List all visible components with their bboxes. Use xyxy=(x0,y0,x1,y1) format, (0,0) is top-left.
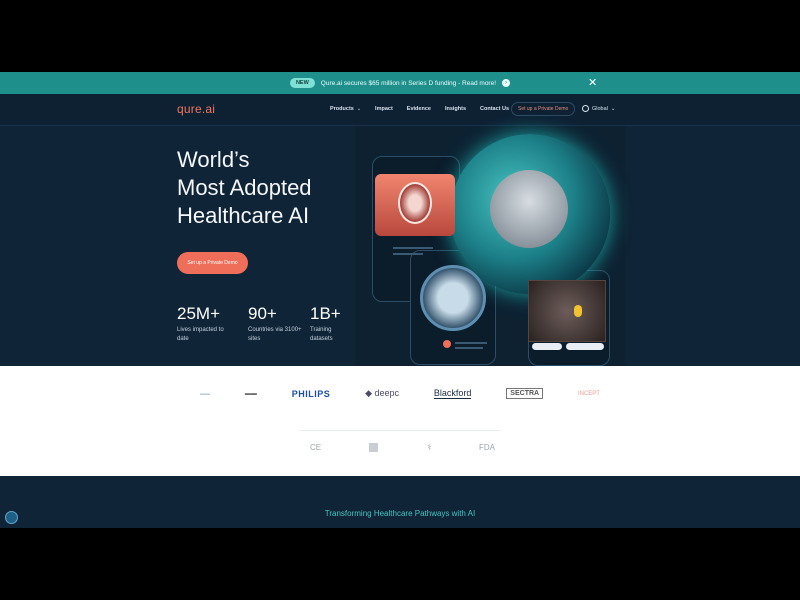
hero-title: World’s Most Adopted Healthcare AI xyxy=(177,146,312,230)
text-line xyxy=(455,347,483,349)
fda-logo: FDA xyxy=(479,443,495,453)
partner-logo-label: deepc xyxy=(374,388,400,398)
hero-title-line: World’s xyxy=(177,147,250,172)
stat-value: 1B+ xyxy=(310,304,341,323)
partner-logo-deepc: ◆ deepc xyxy=(365,388,400,398)
hero-title-line: Most Adopted xyxy=(177,175,312,200)
partner-logo: ▬▬ xyxy=(244,390,257,397)
top-navigation: qure.ai Products ⌄ Impact Evidence Insigh… xyxy=(0,94,800,126)
close-icon[interactable]: ✕ xyxy=(588,76,597,90)
nav-demo-button[interactable]: Set up a Private Demo xyxy=(511,102,576,116)
private-demo-button[interactable]: Set up a Private Demo xyxy=(177,252,248,274)
nav-item-label: Products xyxy=(330,106,354,112)
partner-logo-sectra: SECTRA xyxy=(506,388,544,399)
chevron-down-icon: ⌄ xyxy=(356,106,362,112)
doctor-photo xyxy=(490,170,568,248)
divider xyxy=(300,430,500,431)
chest-xray-image xyxy=(528,280,606,342)
nav-item-impact[interactable]: Impact xyxy=(375,106,393,112)
stat-countries: 90+ Countries via 3100+ sites xyxy=(248,302,308,344)
stat-value: 90+ xyxy=(248,304,277,323)
stat-label: Lives impacted to date xyxy=(177,327,224,342)
arrow-right-icon[interactable]: › xyxy=(502,79,511,87)
partner-logo-blackford: Blackford xyxy=(433,388,472,399)
certification-logo xyxy=(368,443,380,453)
finding-tag xyxy=(566,343,604,350)
pathways-section: Transforming Healthcare Pathways with AI xyxy=(0,476,800,528)
stat-label: Training datasets xyxy=(310,327,333,342)
cookie-settings-icon[interactable] xyxy=(5,511,18,524)
announcement-bar[interactable]: NEW Qure.ai secures $65 million in Serie… xyxy=(0,72,800,94)
stat-datasets: 1B+ Training datasets xyxy=(310,302,345,344)
status-dot xyxy=(443,340,451,348)
qure-logo[interactable]: qure.ai xyxy=(177,102,215,116)
text-line xyxy=(393,253,423,255)
partner-logo-philips: PHILIPS xyxy=(291,388,331,399)
chevron-down-icon: ⌄ xyxy=(610,105,616,112)
stat-lives: 25M+ Lives impacted to date xyxy=(177,302,237,344)
new-badge: NEW xyxy=(289,78,315,88)
nav-item-insights[interactable]: Insights xyxy=(445,106,466,112)
announcement-message[interactable]: Qure.ai secures $65 million in Series D … xyxy=(321,80,496,87)
text-line xyxy=(393,247,433,249)
partner-logos: ▬▬ ▬▬ PHILIPS ◆ deepc Blackford SECTRA I… xyxy=(200,388,600,399)
region-label: Global xyxy=(592,105,608,112)
nav-links: Products ⌄ Impact Evidence Insights Conta… xyxy=(330,106,509,112)
stat-label: Countries via 3100+ sites xyxy=(248,327,302,342)
nav-item-products[interactable]: Products ⌄ xyxy=(330,106,361,112)
section-heading: Transforming Healthcare Pathways with AI xyxy=(324,509,476,518)
brain-scan-card xyxy=(375,174,455,236)
finding-tag xyxy=(532,343,562,350)
nodule-marker xyxy=(574,305,582,317)
hero-title-line: Healthcare AI xyxy=(177,203,310,228)
partner-logo: ▬▬ xyxy=(200,390,210,397)
partners-section: ▬▬ ▬▬ PHILIPS ◆ deepc Blackford SECTRA I… xyxy=(0,366,800,476)
lung-ct-scan xyxy=(420,265,486,331)
region-selector[interactable]: Global ⌄ xyxy=(582,105,616,112)
certification-logo: ⚕ xyxy=(427,443,432,453)
certification-logos: CE ⚕ FDA xyxy=(310,443,495,453)
stat-value: 25M+ xyxy=(177,304,220,323)
nav-item-evidence[interactable]: Evidence xyxy=(407,106,431,112)
brain-scan-image xyxy=(398,182,432,224)
nav-item-contact[interactable]: Contact Us xyxy=(480,106,509,112)
partner-logo-incept: INCEPT xyxy=(577,390,600,397)
cert-icon xyxy=(368,443,378,453)
text-line xyxy=(455,342,487,344)
browser-frame: NEW Qure.ai secures $65 million in Serie… xyxy=(0,0,800,600)
globe-icon xyxy=(582,105,589,112)
ce-mark: CE xyxy=(310,443,322,453)
